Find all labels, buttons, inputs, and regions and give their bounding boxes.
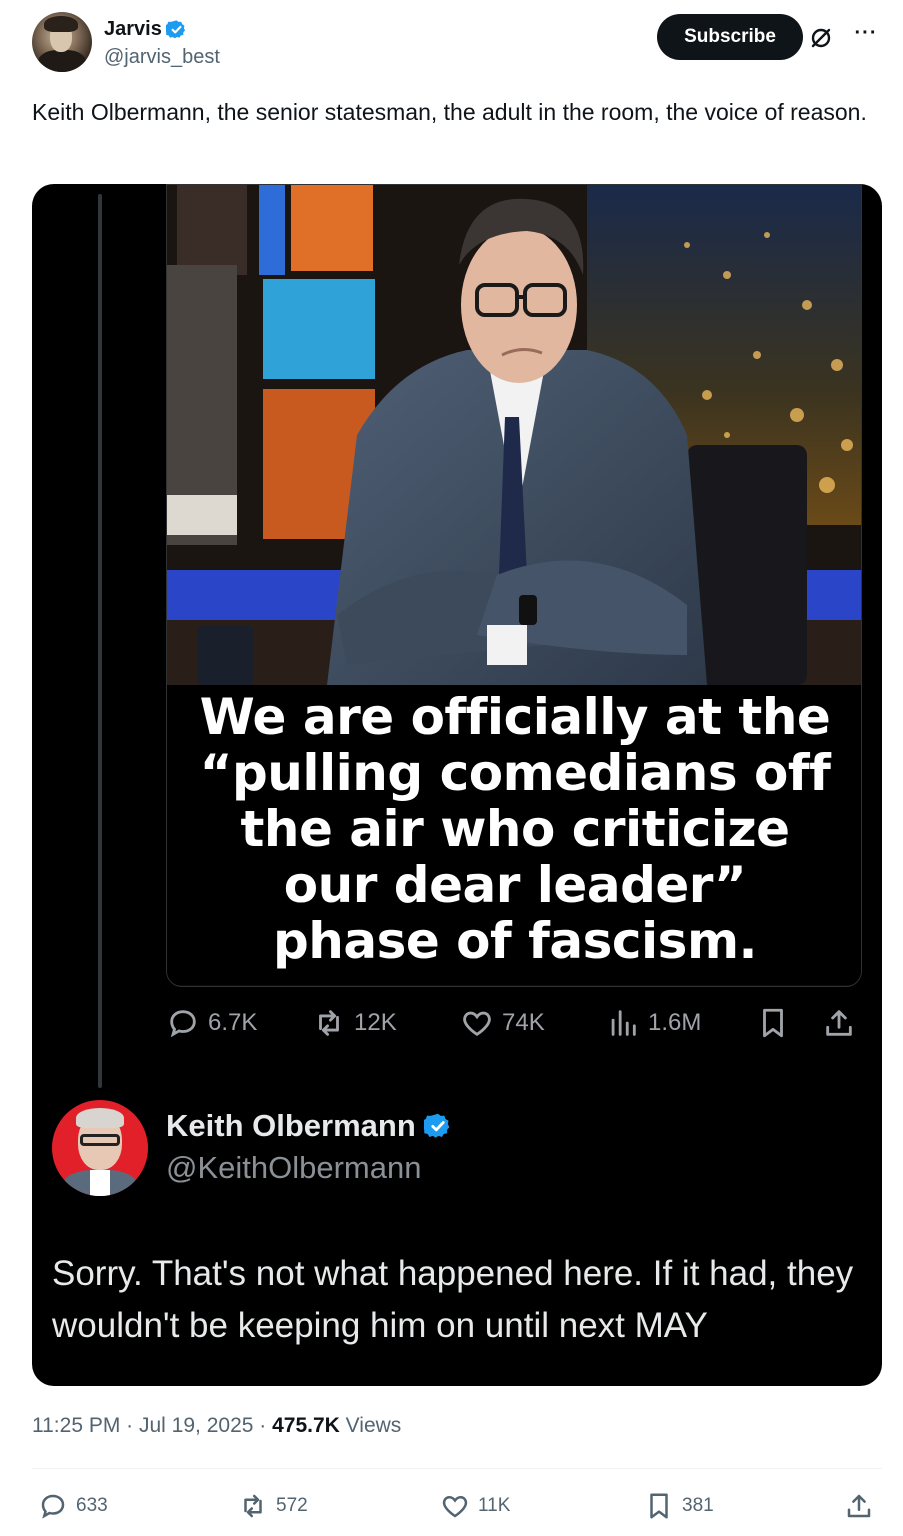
reply-text: Sorry. That's not what happened here. If… [52, 1254, 854, 1345]
repost-icon [244, 1494, 262, 1518]
reply-handle[interactable]: @KeithOlbermann [166, 1150, 421, 1186]
tweet-action-bar: 633 572 11K 381 [32, 1486, 882, 1526]
caption-line: our dear leader” [283, 856, 747, 914]
quoted-repost-count: 12K [354, 1009, 397, 1036]
tweet-meta: 11:25 PM · Jul 19, 2025 · 475.7K Views [32, 1414, 402, 1437]
reply-count: 633 [76, 1495, 108, 1516]
quoted-views-stat[interactable]: 1.6M [606, 1006, 701, 1040]
share-icon[interactable] [822, 1006, 856, 1040]
divider [32, 1468, 882, 1469]
views-icon [611, 1010, 636, 1036]
bookmark-icon[interactable] [756, 1006, 790, 1040]
thread-line [98, 194, 102, 1088]
heart-icon [442, 1495, 468, 1518]
like-button[interactable]: 11K [440, 1486, 510, 1526]
quoted-photo[interactable]: We are officially at the “pulling comedi… [166, 184, 862, 987]
grok-icon[interactable] [809, 26, 833, 50]
reply-display-name[interactable]: Keith Olbermann [166, 1108, 416, 1144]
quoted-reply-count: 6.7K [208, 1009, 258, 1036]
share-button[interactable] [844, 1486, 874, 1526]
quote-caption-area: We are officially at the “pulling comedi… [167, 685, 861, 985]
quote-caption: We are officially at the “pulling comedi… [167, 688, 861, 970]
verified-badge-icon [165, 20, 185, 39]
quoted-views-count: 1.6M [648, 1009, 702, 1036]
reply-button[interactable]: 633 [38, 1486, 108, 1526]
embedded-screenshot[interactable]: We are officially at the “pulling comedi… [32, 184, 882, 1386]
like-count: 11K [478, 1495, 511, 1516]
tweet-date[interactable]: Jul 19, 2025 [139, 1414, 253, 1437]
caption-line: “pulling comedians off [199, 744, 831, 802]
bookmark-button[interactable]: 381 [644, 1486, 714, 1526]
bookmark-count: 381 [682, 1495, 714, 1516]
reply-icon [41, 1494, 65, 1519]
studio-photo [167, 185, 861, 685]
caption-line: We are officially at the [199, 688, 831, 746]
views-count: 475.7K [272, 1414, 340, 1437]
reply-icon [170, 1010, 196, 1038]
subscribe-button[interactable]: Subscribe [657, 14, 803, 60]
verified-badge-icon [423, 1113, 450, 1138]
quoted-like-count: 74K [502, 1009, 545, 1036]
repost-icon [319, 1010, 339, 1036]
quoted-like-stat[interactable]: 74K [460, 1006, 545, 1040]
author-display-name[interactable]: Jarvis [104, 18, 162, 41]
tweet-time[interactable]: 11:25 PM [32, 1414, 120, 1437]
quoted-stats-bar: 6.7K 12K 74K 1.6M [166, 1006, 862, 1040]
bookmark-icon [650, 1493, 668, 1519]
repost-button[interactable]: 572 [238, 1486, 308, 1526]
author-avatar[interactable] [32, 12, 92, 72]
author-handle[interactable]: @jarvis_best [104, 46, 220, 69]
views-label: Views [345, 1414, 402, 1437]
quoted-repost-stat[interactable]: 12K [312, 1006, 397, 1040]
tweet-header: Jarvis @jarvis_best Subscribe ··· [32, 12, 879, 76]
reply-author-avatar[interactable] [52, 1100, 148, 1196]
author-name-row[interactable]: Jarvis [104, 18, 187, 41]
caption-line: phase of fascism. [272, 912, 758, 970]
reply-author-name-row[interactable]: Keith Olbermann [166, 1108, 452, 1144]
caption-line: the air who criticize [240, 800, 790, 858]
tweet-text: Keith Olbermann, the senior statesman, t… [32, 99, 867, 125]
heart-icon [463, 1011, 491, 1037]
quoted-reply-stat[interactable]: 6.7K [166, 1006, 257, 1040]
more-options-icon[interactable]: ··· [853, 23, 879, 48]
repost-count: 572 [276, 1495, 308, 1516]
share-icon [847, 1494, 871, 1518]
